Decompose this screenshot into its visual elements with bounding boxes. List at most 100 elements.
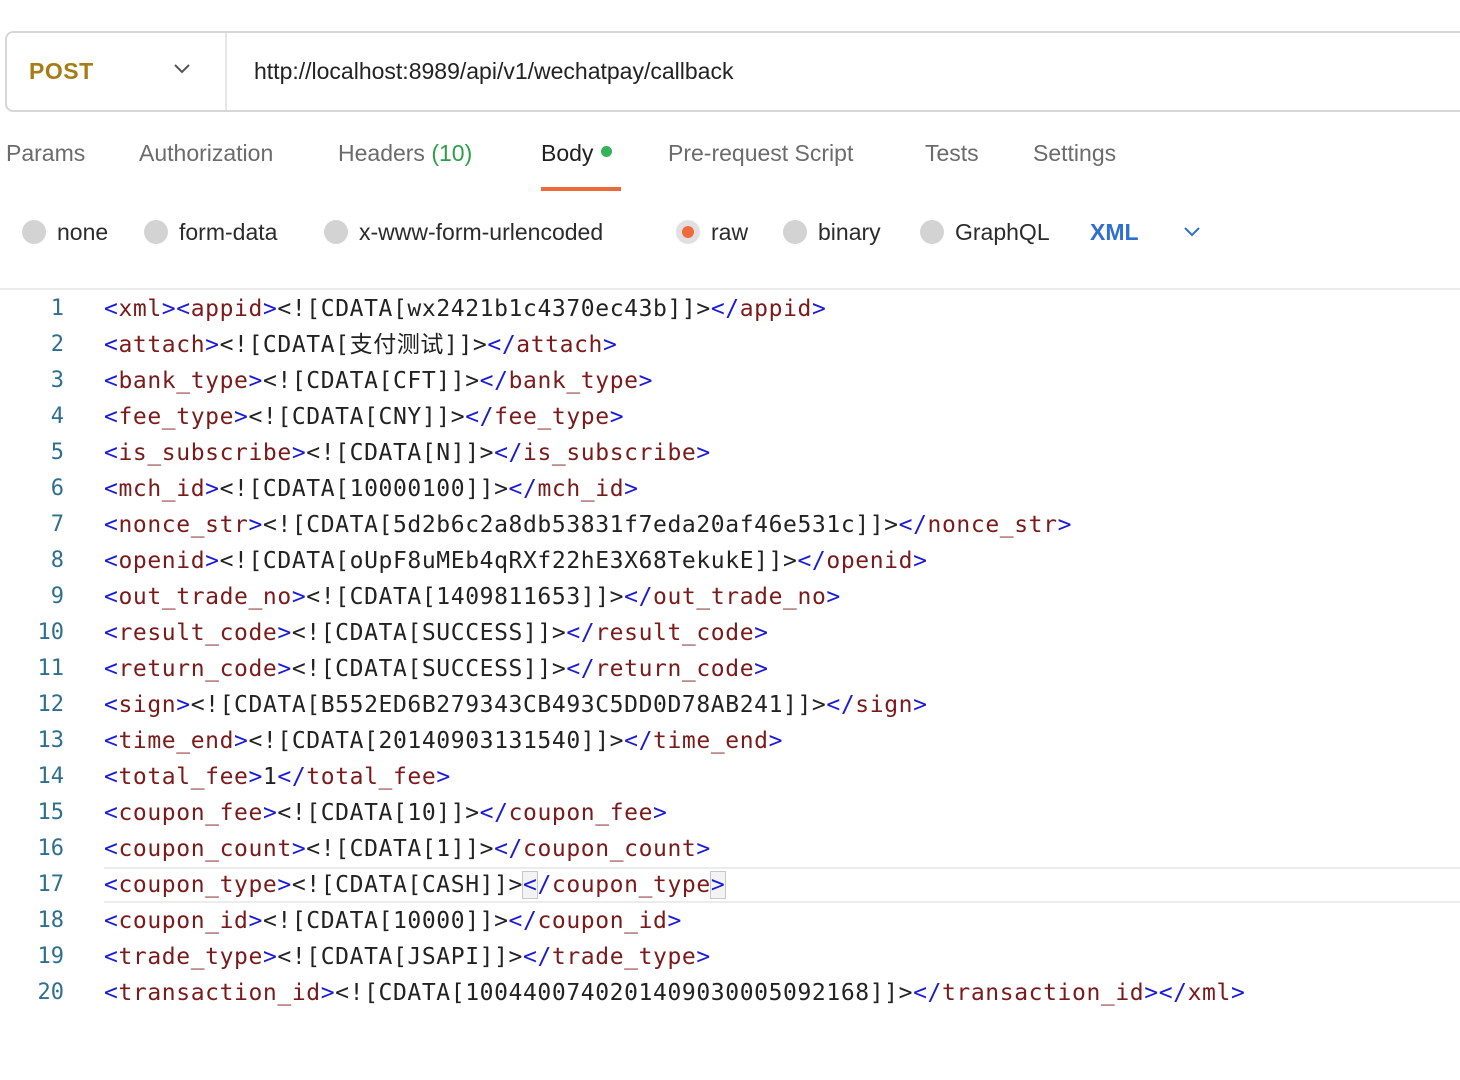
- line-number: 8: [50, 548, 64, 573]
- xml-punct: <: [104, 872, 119, 898]
- xml-punct: </: [479, 800, 509, 826]
- radio-binary[interactable]: binary: [783, 213, 881, 251]
- xml-tag-name: is_subscribe: [118, 440, 292, 466]
- tab-params[interactable]: Params: [6, 140, 85, 167]
- code-line[interactable]: 15 <coupon_fee><![CDATA[10]]></coupon_fee…: [0, 795, 1460, 831]
- xml-tag-name: sign: [855, 692, 914, 718]
- xml-tag-name: out_trade_no: [653, 584, 827, 610]
- radio-none[interactable]: none: [22, 213, 108, 251]
- code-line[interactable]: 5 <is_subscribe><![CDATA[N]]></is_subscri…: [0, 435, 1460, 471]
- line-number: 11: [37, 656, 65, 681]
- code-line[interactable]: 11 <return_code><![CDATA[SUCCESS]]></retu…: [0, 651, 1460, 687]
- radio-graphql[interactable]: GraphQL: [920, 213, 1050, 251]
- radio-x-www-form-urlencoded[interactable]: x-www-form-urlencoded: [324, 213, 603, 251]
- code-line[interactable]: 16 <coupon_count><![CDATA[1]]></coupon_co…: [0, 831, 1460, 867]
- xml-punct: >: [768, 728, 784, 754]
- line-number: 13: [37, 728, 65, 753]
- xml-tag-name: fee_type: [118, 404, 235, 430]
- code-line[interactable]: 3 <bank_type><![CDATA[CFT]]></bank_type>: [0, 363, 1460, 399]
- tab-authorization[interactable]: Authorization: [139, 140, 273, 167]
- xml-punct: <: [104, 908, 119, 934]
- line-number: 16: [37, 836, 65, 861]
- xml-value: <![CDATA[SUCCESS]]>: [291, 620, 567, 646]
- xml-punct: /: [537, 872, 552, 898]
- code-line[interactable]: 6 <mch_id><![CDATA[10000100]]></mch_id>: [0, 471, 1460, 507]
- xml-tag-name: sign: [118, 692, 177, 718]
- xml-punct: <: [104, 620, 119, 646]
- radio-form-data[interactable]: form-data: [144, 213, 277, 251]
- code-editor[interactable]: 1 <xml><appid><![CDATA[wx2421b1c4370ec43b…: [0, 290, 1460, 1050]
- code-text: <mch_id><![CDATA[10000100]]></mch_id>: [104, 471, 639, 507]
- line-number: 4: [50, 404, 64, 429]
- xml-tag-name: coupon_id: [118, 908, 249, 934]
- line-number: 10: [37, 620, 65, 645]
- radio-raw[interactable]: raw: [676, 213, 748, 251]
- code-line[interactable]: 9 <out_trade_no><![CDATA[1409811653]]></o…: [0, 579, 1460, 615]
- xml-tag-name: result_code: [118, 620, 278, 646]
- tab-pre-request-script[interactable]: Pre-request Script: [668, 140, 853, 167]
- xml-punct: >: [205, 476, 220, 502]
- radio-circle-icon: [144, 220, 168, 244]
- line-number: 2: [50, 332, 64, 357]
- tab-body[interactable]: Body: [541, 140, 613, 167]
- url-input[interactable]: [252, 57, 1460, 86]
- xml-tag-name: coupon_id: [537, 908, 668, 934]
- headers-count: (10): [431, 140, 473, 166]
- radio-circle-icon: [324, 220, 348, 244]
- xml-punct: >: [291, 584, 307, 610]
- radio-label: none: [57, 218, 109, 245]
- code-line[interactable]: 7 <nonce_str><![CDATA[5d2b6c2a8db53831f7e…: [0, 507, 1460, 543]
- xml-tag-name: trade_type: [118, 944, 263, 970]
- code-text: <is_subscribe><![CDATA[N]]></is_subscrib…: [104, 435, 711, 471]
- code-line[interactable]: 8 <openid><![CDATA[oUpF8uMEb4qRXf22hE3X68…: [0, 543, 1460, 579]
- xml-punct: >: [754, 620, 769, 646]
- xml-value: <![CDATA[20140903131540]]>: [248, 728, 625, 754]
- xml-tag-name: bank_type: [118, 368, 249, 394]
- code-line[interactable]: 18 <coupon_id><![CDATA[10000]]></coupon_i…: [0, 903, 1460, 939]
- line-number: 17: [37, 872, 65, 897]
- body-indicator-dot: [601, 146, 613, 157]
- xml-punct: >: [176, 692, 191, 718]
- xml-punct: >: [262, 296, 278, 322]
- code-line[interactable]: 4 <fee_type><![CDATA[CNY]]></fee_type>: [0, 399, 1460, 435]
- tab-tests[interactable]: Tests: [925, 140, 979, 167]
- method-select[interactable]: POST: [7, 33, 227, 110]
- matched-bracket: <: [521, 871, 539, 899]
- xml-value: <![CDATA[wx2421b1c4370ec43b]]>: [277, 296, 711, 322]
- language-label: XML: [1090, 218, 1139, 245]
- language-select[interactable]: XML: [1090, 213, 1201, 251]
- tab-settings[interactable]: Settings: [1033, 140, 1116, 167]
- xml-punct: >: [248, 512, 263, 538]
- xml-punct: >: [811, 296, 827, 322]
- tab-headers[interactable]: Headers (10): [338, 140, 472, 167]
- xml-punct: >: [205, 332, 220, 358]
- tab-label: Body: [541, 140, 594, 166]
- xml-tag-name: appid: [190, 296, 263, 322]
- xml-tag-name: appid: [739, 296, 812, 322]
- xml-punct: >: [161, 296, 177, 322]
- tab-label: Headers: [338, 140, 425, 166]
- code-line[interactable]: 10 <result_code><![CDATA[SUCCESS]]></resu…: [0, 615, 1460, 651]
- code-line[interactable]: 20 <transaction_id><![CDATA[1004400740201…: [0, 975, 1460, 1011]
- code-text: <nonce_str><![CDATA[5d2b6c2a8db53831f7ed…: [104, 507, 1072, 543]
- code-line[interactable]: 13 <time_end><![CDATA[20140903131540]]></…: [0, 723, 1460, 759]
- xml-tag-name: time_end: [653, 728, 769, 754]
- xml-value: <![CDATA[1]]>: [306, 836, 495, 862]
- code-text: <sign><![CDATA[B552ED6B279343CB493C5DD0D…: [104, 687, 928, 723]
- code-line[interactable]: 17 <coupon_type><![CDATA[CASH]]></coupon_…: [0, 867, 1460, 903]
- code-line[interactable]: 12 <sign><![CDATA[B552ED6B279343CB493C5DD…: [0, 687, 1460, 723]
- code-text: <trade_type><![CDATA[JSAPI]]></trade_typ…: [104, 939, 711, 975]
- xml-punct: </: [826, 692, 856, 718]
- xml-punct: >: [248, 368, 263, 394]
- code-line[interactable]: 19 <trade_type><![CDATA[JSAPI]]></trade_t…: [0, 939, 1460, 975]
- xml-punct: >: [277, 656, 292, 682]
- code-line[interactable]: 1 <xml><appid><![CDATA[wx2421b1c4370ec43b…: [0, 291, 1460, 327]
- line-number: 7: [50, 512, 64, 537]
- code-line[interactable]: 2 <attach><![CDATA[支付测试]]></attach>: [0, 327, 1460, 363]
- xml-punct: <: [104, 404, 119, 430]
- radio-label: binary: [818, 218, 881, 245]
- tab-label: Params: [6, 140, 86, 166]
- code-text: <coupon_id><![CDATA[10000]]></coupon_id>: [104, 903, 682, 939]
- code-line[interactable]: 14 <total_fee>1</total_fee>: [0, 759, 1460, 795]
- xml-punct: </: [624, 584, 654, 610]
